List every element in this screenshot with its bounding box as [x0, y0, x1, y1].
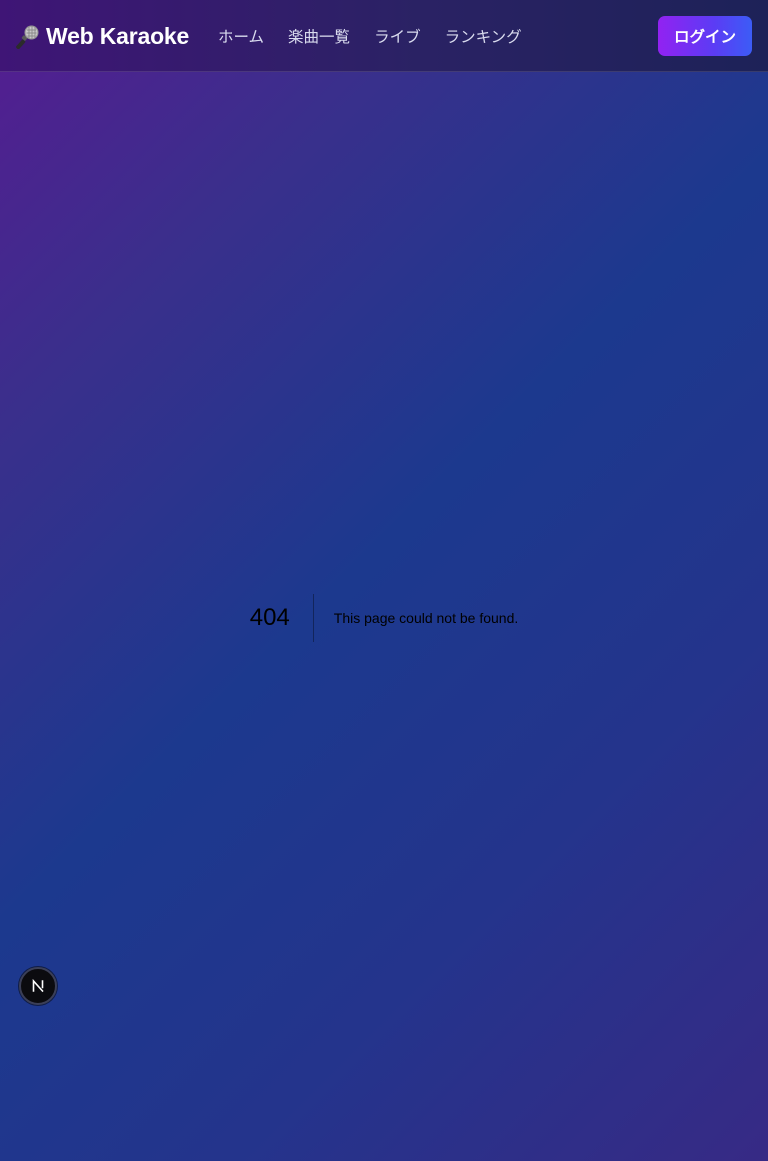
brand-name: Web Karaoke [46, 22, 190, 49]
brand-home-link[interactable]: Web Karaoke [15, 20, 189, 52]
main-navigation: ホーム 楽曲一覧 ライブ ランキング [218, 24, 546, 48]
not-found-content: 404 This page could not be found. [0, 594, 768, 642]
error-code: 404 [250, 594, 314, 642]
login-button[interactable]: ログイン [658, 16, 752, 56]
error-message: This page could not be found. [333, 610, 519, 626]
microphone-icon [15, 23, 41, 50]
nextjs-logo-icon [30, 978, 46, 994]
nav-link-songs[interactable]: 楽曲一覧 [288, 25, 350, 47]
nav-link-home[interactable]: ホーム [218, 25, 264, 47]
nav-link-live[interactable]: ライブ [374, 25, 421, 47]
nav-link-ranking[interactable]: ランキング [445, 25, 522, 47]
nextjs-dev-tools-button[interactable] [19, 967, 57, 1005]
top-navigation-bar: Web Karaoke ホーム 楽曲一覧 ライブ ランキング ログイン [0, 0, 768, 72]
